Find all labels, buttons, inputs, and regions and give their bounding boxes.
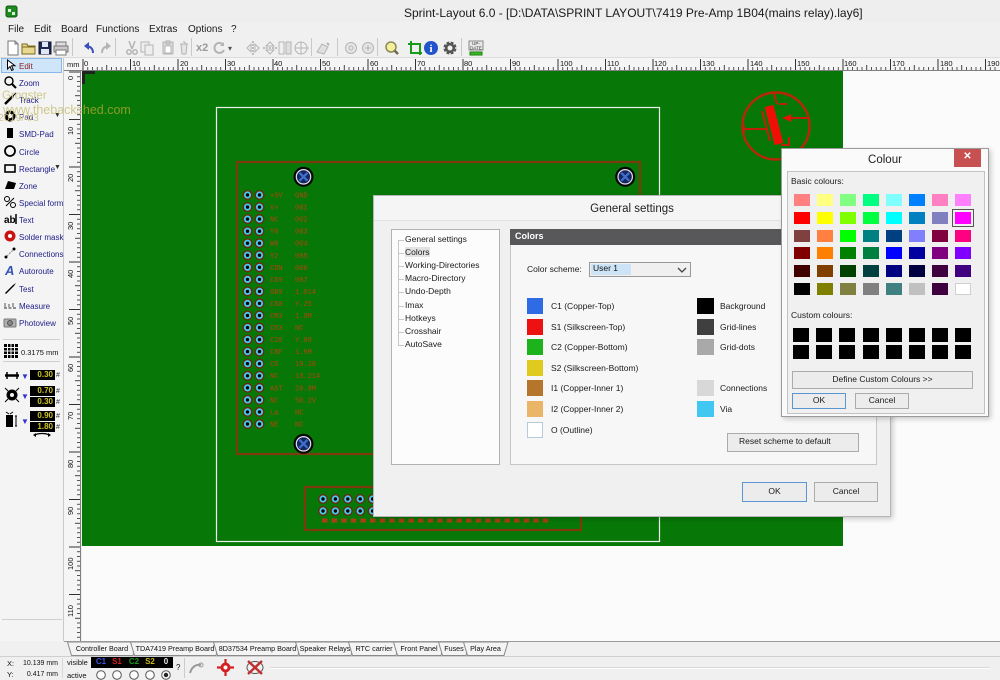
svg-text:i: i — [429, 43, 432, 55]
svg-text:C26: C26 — [270, 337, 283, 345]
svg-text:003: 003 — [295, 229, 308, 237]
svg-text:007: 007 — [295, 277, 308, 285]
svg-text:C69: C69 — [270, 277, 283, 285]
svg-text:Y.80: Y.80 — [295, 337, 312, 345]
svg-text:V+: V+ — [270, 205, 278, 213]
svg-text:005: 005 — [295, 253, 308, 261]
svg-text:1.8M: 1.8M — [295, 313, 312, 321]
svg-text:C8F: C8F — [270, 349, 283, 357]
svg-text:C5: C5 — [270, 361, 278, 369]
svg-text:NC: NC — [270, 397, 278, 405]
svg-text:La: La — [270, 409, 278, 417]
svg-text:NC: NC — [270, 217, 278, 225]
svg-text:10.214: 10.214 — [295, 373, 320, 381]
svg-text:AST: AST — [270, 385, 283, 393]
svg-text:NE: NE — [270, 422, 278, 430]
svg-text:002: 002 — [295, 217, 308, 225]
svg-text:CON: CON — [270, 265, 283, 273]
svg-text:A: A — [4, 263, 14, 277]
svg-text:Y.25: Y.25 — [295, 301, 312, 309]
svg-text:+5V: +5V — [270, 193, 283, 201]
svg-text:W0: W0 — [270, 241, 278, 249]
svg-text:NC: NC — [295, 325, 303, 333]
svg-text:CM3: CM3 — [270, 313, 283, 321]
svg-text:GN9: GN9 — [270, 289, 283, 297]
svg-text:006: 006 — [295, 265, 308, 273]
svg-text:Y2: Y2 — [270, 253, 278, 261]
svg-text:1.9M: 1.9M — [295, 349, 312, 357]
svg-text:50.2V: 50.2V — [295, 397, 317, 405]
svg-text:DATE: DATE — [470, 46, 482, 51]
svg-text:ab: ab — [4, 215, 16, 226]
svg-text:1.014: 1.014 — [295, 289, 316, 297]
svg-text:Y0: Y0 — [270, 229, 278, 237]
svg-text:20.8M: 20.8M — [295, 385, 316, 393]
svg-text:19.20: 19.20 — [295, 361, 316, 369]
svg-text:001: 001 — [295, 205, 308, 213]
svg-text:C68: C68 — [270, 301, 283, 309]
svg-text:CO3: CO3 — [270, 325, 283, 333]
svg-text:NC: NC — [295, 422, 303, 430]
svg-text:NC: NC — [295, 409, 303, 417]
svg-text:GND: GND — [295, 193, 308, 201]
svg-text:004: 004 — [295, 241, 308, 249]
svg-text:NC: NC — [270, 373, 278, 381]
